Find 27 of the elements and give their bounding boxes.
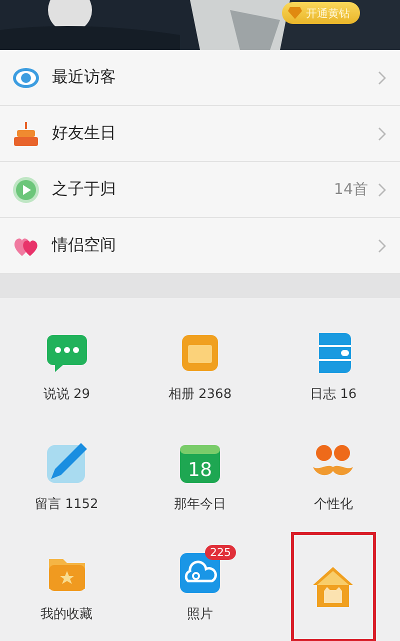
item-label: 个性化 — [314, 496, 353, 513]
chevron-icon — [378, 182, 386, 196]
chevron-icon — [378, 126, 386, 140]
count-badge: 225 — [204, 545, 236, 560]
item-label: 照片 — [186, 606, 213, 623]
item-label: 说说 29 — [43, 386, 90, 403]
menu-label: 最近访客 — [52, 67, 117, 88]
calendar-day: 18 — [188, 459, 212, 481]
menu-item[interactable]: 最近访客 — [0, 50, 400, 106]
cake-icon — [12, 120, 40, 148]
play-icon — [12, 176, 40, 204]
item-label: 相册 2368 — [168, 386, 232, 403]
menu-item[interactable]: 好友生日 — [0, 106, 400, 162]
item-label: 我的收藏 — [40, 606, 93, 623]
item-label: 那年今日 — [174, 496, 226, 513]
item-label: 日志 16 — [310, 386, 357, 403]
item-label: 留言 1152 — [35, 496, 98, 513]
chevron-icon — [378, 238, 386, 252]
pen-icon[interactable] — [44, 441, 89, 485]
menu-label: 之子于归 — [52, 179, 117, 200]
menu-item[interactable]: 之子于归 14首 — [0, 162, 400, 218]
diamond-icon — [288, 7, 302, 19]
menu-label: 好友生日 — [52, 123, 117, 144]
house-icon[interactable] — [311, 565, 356, 609]
menu-label: 情侣空间 — [52, 235, 117, 256]
menu-value: 14首 — [334, 180, 368, 199]
chevron-icon — [378, 70, 386, 84]
